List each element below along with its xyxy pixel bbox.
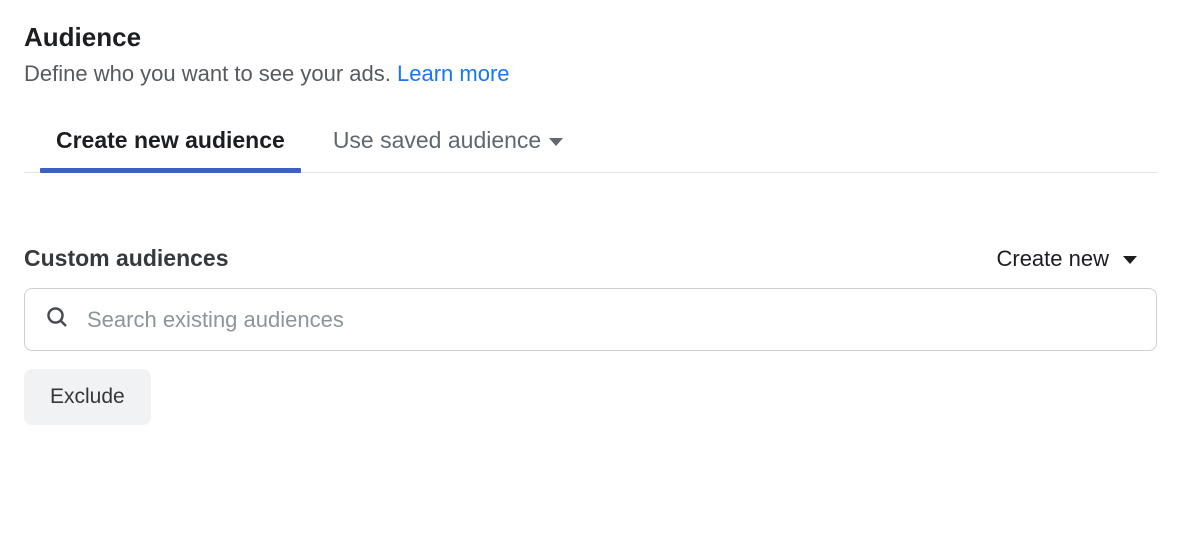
tabs-container: Create new audience Use saved audience [24,127,1157,173]
chevron-down-icon [549,138,563,146]
section-header: Custom audiences Create new [24,245,1157,272]
section-title: Custom audiences [24,245,229,272]
tab-label: Use saved audience [333,127,541,154]
exclude-button[interactable]: Exclude [24,369,151,425]
tab-label: Create new audience [56,127,285,154]
search-input[interactable] [87,307,1136,333]
learn-more-link[interactable]: Learn more [397,61,510,86]
audience-header: Audience Define who you want to see your… [24,22,1157,87]
search-icon [45,305,69,334]
page-title: Audience [24,22,1157,53]
chevron-down-icon [1123,256,1137,264]
tab-create-new-audience[interactable]: Create new audience [56,127,285,172]
custom-audiences-section: Custom audiences Create new Exclude [24,245,1157,425]
search-container[interactable] [24,288,1157,351]
create-new-label: Create new [996,246,1109,272]
page-subtitle: Define who you want to see your ads. Lea… [24,61,1157,87]
create-new-dropdown[interactable]: Create new [996,246,1157,272]
subtitle-text: Define who you want to see your ads. [24,61,397,86]
tab-use-saved-audience[interactable]: Use saved audience [333,127,563,172]
